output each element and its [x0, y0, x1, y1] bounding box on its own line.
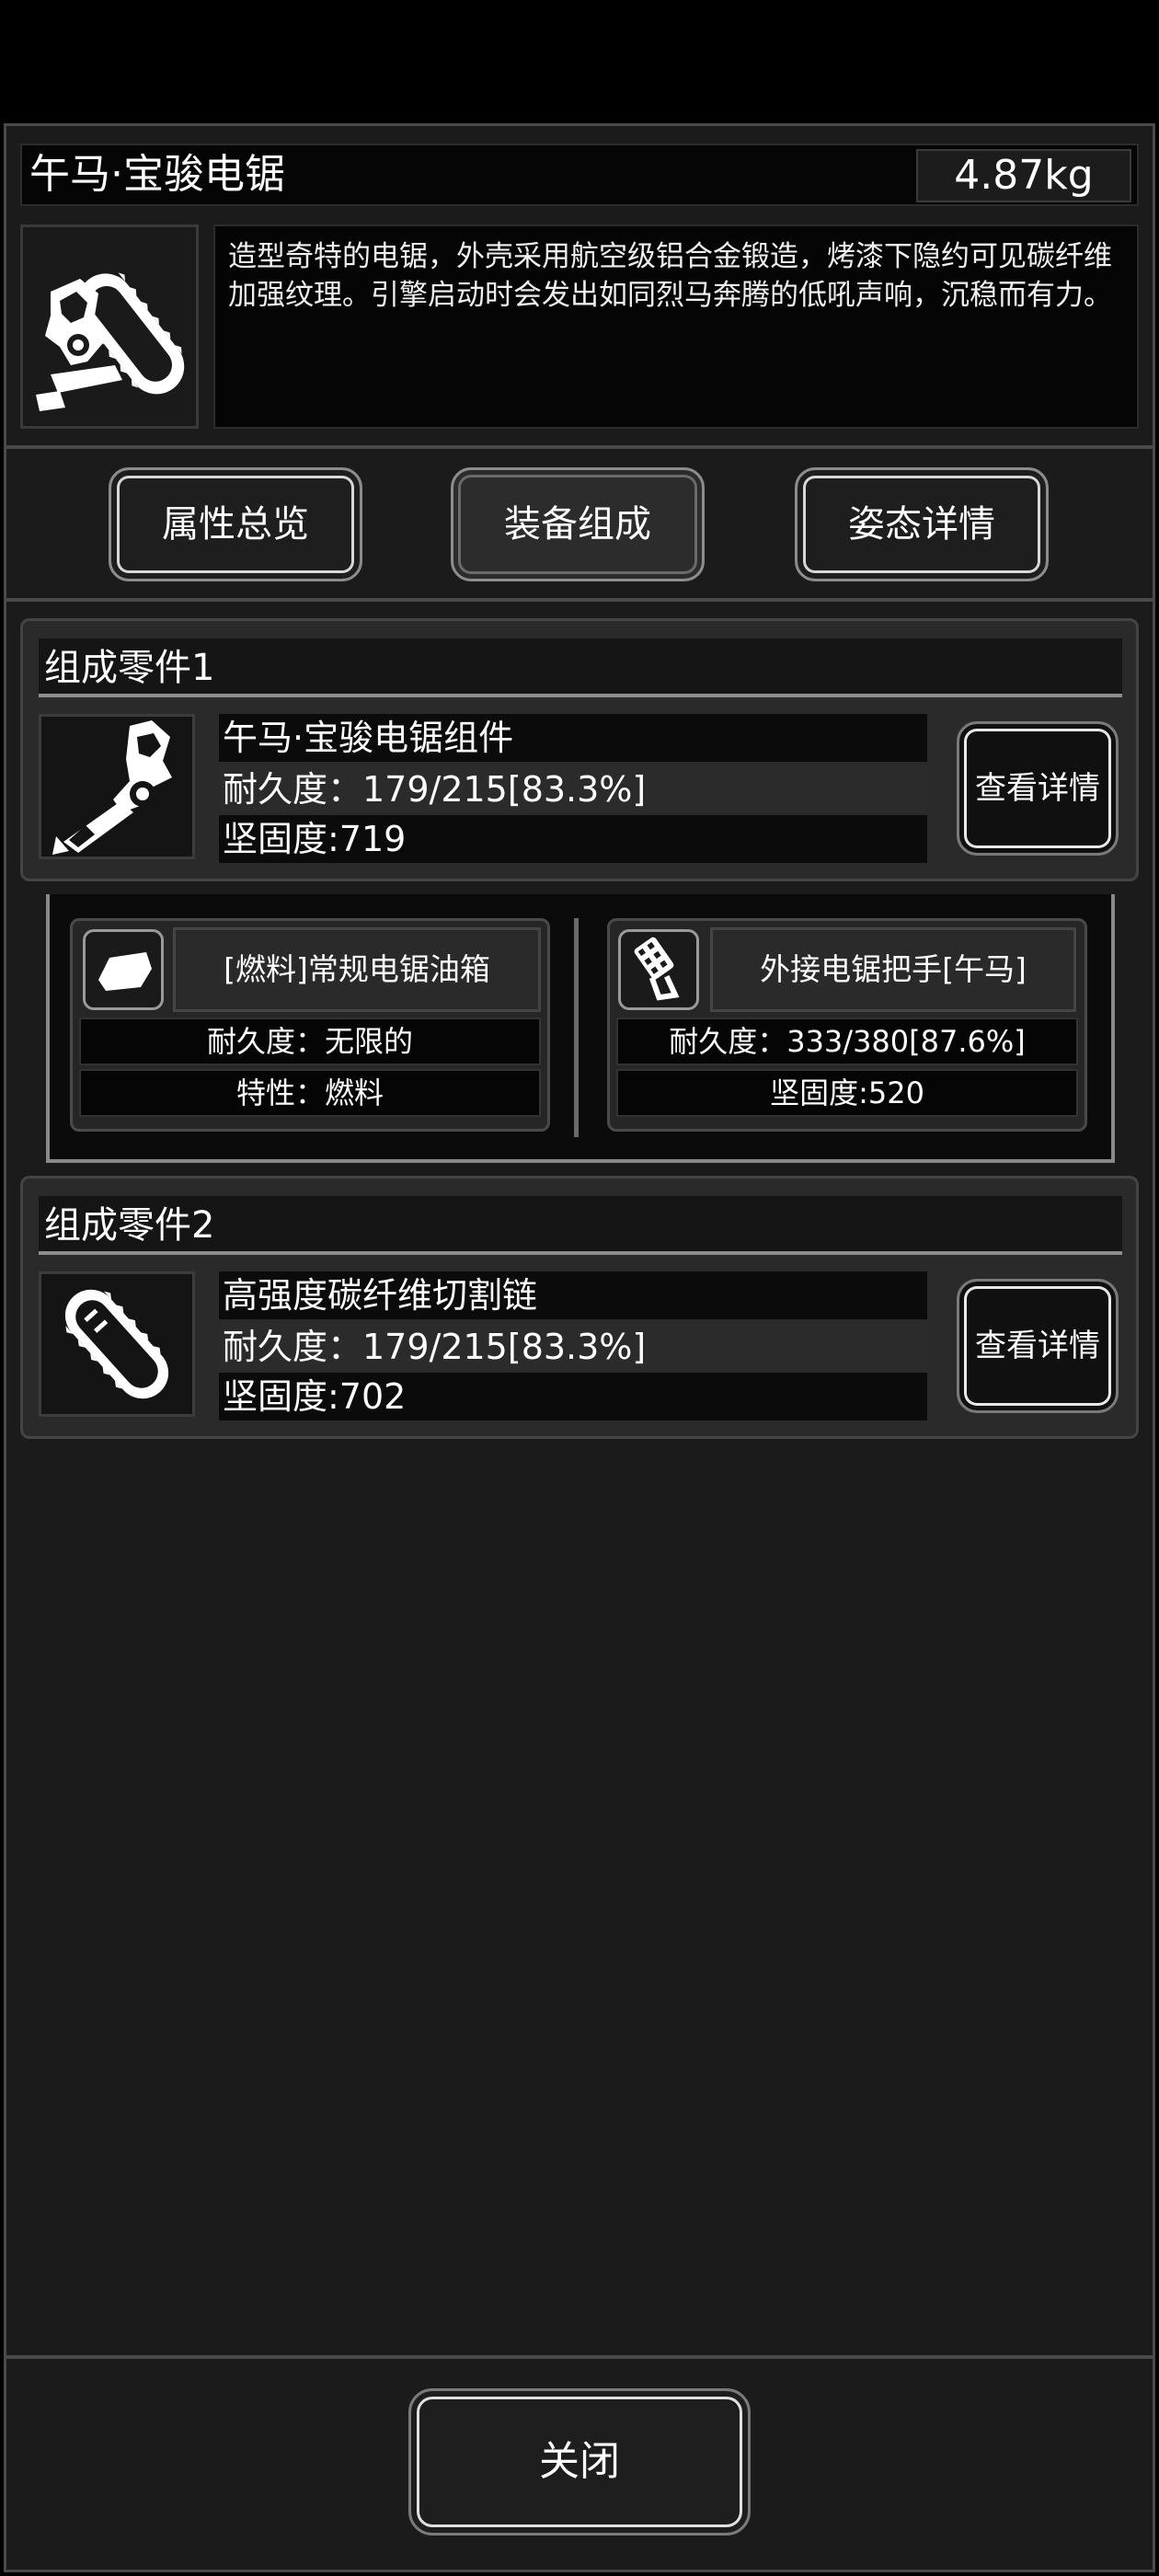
part-durability: 耐久度：179/215[83.3%]: [219, 765, 927, 813]
item-description: 造型奇特的电锯，外壳采用航空级铝合金锻造，烤漆下隐约可见碳纤维加强纹理。引擎启动…: [213, 224, 1139, 429]
part-hardness: 坚固度:719: [219, 815, 927, 863]
chainsaw-horse-icon: [20, 224, 199, 429]
divider: [4, 2355, 1155, 2359]
subpart-name: [燃料]常规电锯油箱: [173, 927, 541, 1012]
part-hardness: 坚固度:702: [219, 1373, 927, 1420]
tab-equipment[interactable]: 装备组成: [451, 467, 705, 581]
part-name: 午马·宝骏电锯组件: [219, 714, 927, 762]
tab-attributes[interactable]: 属性总览: [109, 467, 362, 581]
subparts-divider: [574, 918, 579, 1137]
subpart-name: 外接电锯把手[午马]: [710, 927, 1076, 1012]
divider: [4, 445, 1155, 449]
close-button[interactable]: 关闭: [408, 2388, 751, 2536]
divider: [4, 598, 1155, 602]
part-durability: 耐久度：179/215[83.3%]: [219, 1323, 927, 1371]
item-title: 午马·宝骏电锯: [29, 151, 285, 198]
view-details-button[interactable]: 查看详情: [957, 1279, 1119, 1413]
tab-stance[interactable]: 姿态详情: [795, 467, 1049, 581]
fuel-tank-icon: [83, 929, 164, 1010]
handle-icon: [618, 929, 699, 1010]
item-weight: 4.87kg: [916, 149, 1131, 202]
part-name: 高强度碳纤维切割链: [219, 1271, 927, 1319]
part-header: 组成零件2: [39, 1196, 1122, 1255]
chain-blade-icon: [39, 1271, 195, 1417]
subpart-trait: 特性：燃料: [79, 1069, 541, 1117]
chainsaw-body-icon: [39, 714, 195, 859]
subpart-durability: 耐久度：333/380[87.6%]: [616, 1018, 1078, 1065]
view-details-button[interactable]: 查看详情: [957, 721, 1119, 856]
subpart-durability: 耐久度：无限的: [79, 1018, 541, 1065]
subpart-hardness: 坚固度:520: [616, 1069, 1078, 1117]
part-header: 组成零件1: [39, 638, 1122, 697]
